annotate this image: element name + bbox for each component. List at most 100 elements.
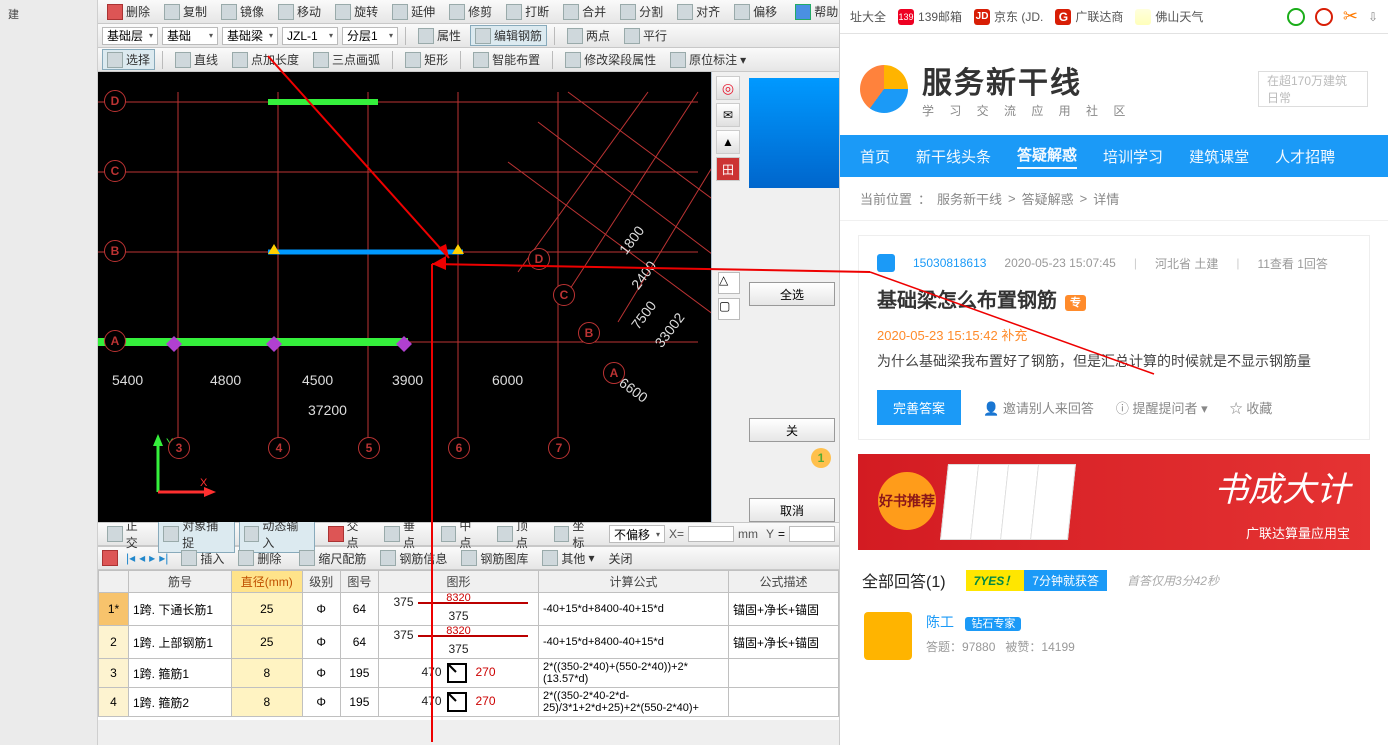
th-shapeno[interactable]: 图号	[340, 571, 378, 593]
remind-btn[interactable]: ⓘ 提醒提问者 ▾	[1116, 398, 1208, 417]
bc-home[interactable]: 服务新干线	[937, 189, 1002, 208]
box-icon[interactable]: ▢	[718, 298, 740, 320]
cell-diam[interactable]: 8	[232, 688, 303, 717]
help-btn[interactable]: 帮助	[790, 1, 839, 22]
insert-btn[interactable]: 插入	[176, 548, 229, 569]
nav-course[interactable]: 建筑课堂	[1189, 146, 1249, 167]
cell-name[interactable]: 1跨. 上部钢筋1	[129, 626, 232, 659]
select-all-btn[interactable]: 全选	[749, 282, 835, 306]
layer-dropdown[interactable]: 分层1▾	[342, 27, 398, 45]
cell-shapeno[interactable]: 64	[340, 626, 378, 659]
cell-name[interactable]: 1跨. 下通长筋1	[129, 593, 232, 626]
cell-diam[interactable]: 25	[232, 593, 303, 626]
table-row[interactable]: 3 1跨. 箍筋1 8 Φ 195 470270 2*((350-2*40)+(…	[99, 659, 839, 688]
nav-job[interactable]: 人才招聘	[1275, 146, 1335, 167]
mirror-btn[interactable]: 镜像	[216, 1, 269, 22]
mail-icon[interactable]: ✉	[716, 103, 740, 127]
arc-len-btn[interactable]: 点加长度	[227, 49, 304, 70]
tool-icon[interactable]: 田	[716, 157, 740, 181]
parallel-btn[interactable]: 平行	[619, 25, 672, 46]
bm-daquan[interactable]: 址大全	[850, 8, 886, 25]
table-row[interactable]: 2 1跨. 上部钢筋1 25 Φ 64 3753758320 -40+15*d+…	[99, 626, 839, 659]
cancel-btn[interactable]: 取消	[749, 498, 835, 522]
cell-desc[interactable]	[729, 659, 839, 688]
copy-btn[interactable]: 复制	[159, 1, 212, 22]
beam-dropdown[interactable]: 基础梁▾	[222, 27, 278, 45]
cell-desc[interactable]	[729, 688, 839, 717]
record-icon[interactable]	[1315, 8, 1333, 26]
extend-btn[interactable]: 延伸	[387, 1, 440, 22]
cell-shape[interactable]: 470270	[379, 688, 539, 717]
cell-desc[interactable]: 锚固+净长+锚固	[729, 626, 839, 659]
bm-weather[interactable]: 佛山天气	[1135, 8, 1203, 25]
info-btn[interactable]: 钢筋信息	[375, 548, 452, 569]
offset-dropdown[interactable]: 不偏移▾	[609, 525, 665, 543]
nav-qa[interactable]: 答疑解惑	[1017, 144, 1077, 169]
beamid-dropdown[interactable]: JZL-1▾	[282, 27, 338, 45]
avatar[interactable]	[864, 612, 912, 660]
nav-home[interactable]: 首页	[860, 146, 890, 167]
line-btn[interactable]: 直线	[170, 49, 223, 70]
scissors-icon[interactable]: ✂	[1343, 6, 1358, 27]
invite-btn[interactable]: 👤 邀请别人来回答	[983, 398, 1094, 417]
table-row[interactable]: 4 1跨. 箍筋2 8 Φ 195 470270 2*((350-2*40-2*…	[99, 688, 839, 717]
y-input[interactable]	[789, 526, 835, 542]
favorite-btn[interactable]: ☆ 收藏	[1230, 398, 1273, 417]
cell-shape[interactable]: 3753758320	[379, 593, 539, 626]
origin-btn[interactable]: 原位标注▾	[665, 49, 751, 70]
lib-btn[interactable]: 钢筋图库	[456, 548, 533, 569]
cell-shapeno[interactable]: 195	[340, 688, 378, 717]
split-btn[interactable]: 分割	[615, 1, 668, 22]
cell-grade[interactable]: Φ	[302, 688, 340, 717]
cell-shapeno[interactable]: 64	[340, 593, 378, 626]
th-desc[interactable]: 公式描述	[729, 571, 839, 593]
nav-last[interactable]: ▸|	[159, 551, 168, 565]
cell-shapeno[interactable]: 195	[340, 659, 378, 688]
nav-next[interactable]: ▸	[149, 551, 155, 565]
rect-btn[interactable]: 矩形	[400, 49, 453, 70]
type-dropdown[interactable]: 基础▾	[162, 27, 218, 45]
th-diam[interactable]: 直径(mm)	[232, 571, 303, 593]
sidebar-item[interactable]: 建	[4, 4, 93, 24]
delete-btn[interactable]: 删除	[102, 1, 155, 22]
cell-grade[interactable]: Φ	[302, 626, 340, 659]
th-name[interactable]: 筋号	[129, 571, 232, 593]
cell-name[interactable]: 1跨. 箍筋2	[129, 688, 232, 717]
x-input[interactable]	[688, 526, 734, 542]
up-icon[interactable]: ▲	[716, 130, 740, 154]
th-shape[interactable]: 图形	[379, 571, 539, 593]
align-btn[interactable]: 对齐	[672, 1, 725, 22]
cell-diam[interactable]: 8	[232, 659, 303, 688]
floor-dropdown[interactable]: 基础层▾	[102, 27, 158, 45]
arc3-btn[interactable]: 三点画弧	[308, 49, 385, 70]
bm-gld[interactable]: G广联达商	[1055, 8, 1123, 25]
delete-row-btn[interactable]: 删除	[233, 548, 286, 569]
weibo-icon[interactable]: ◎	[716, 76, 740, 100]
props-btn[interactable]: 属性	[413, 25, 466, 46]
ad-banner[interactable]: 好书推荐 书成大计 广联达算量应用宝	[858, 454, 1370, 550]
cell-formula[interactable]: 2*((350-2*40-2*d-25)/3*1+2*d+25)+2*(550-…	[539, 688, 729, 717]
trim-btn[interactable]: 修剪	[444, 1, 497, 22]
perfect-answer-btn[interactable]: 完善答案	[877, 390, 961, 425]
download-icon[interactable]: ⇩	[1368, 10, 1378, 24]
bc-qa[interactable]: 答疑解惑	[1022, 189, 1074, 208]
nav-prev[interactable]: ◂	[139, 551, 145, 565]
arrow-up-icon[interactable]: △	[718, 272, 740, 294]
two-point-btn[interactable]: 两点	[562, 25, 615, 46]
drawing-viewport[interactable]: Y X D C B A 3 4 5 6 7 D C B A 4 3 2 1 54…	[98, 72, 839, 522]
close-table-btn[interactable]: 关闭	[603, 548, 637, 569]
move-btn[interactable]: 移动	[273, 1, 326, 22]
nav-news[interactable]: 新干线头条	[916, 146, 991, 167]
th-grade[interactable]: 级别	[302, 571, 340, 593]
select-btn[interactable]: 选择	[102, 49, 155, 70]
cell-name[interactable]: 1跨. 箍筋1	[129, 659, 232, 688]
cell-desc[interactable]: 锚固+净长+锚固	[729, 593, 839, 626]
close-btn[interactable]: 关	[749, 418, 835, 442]
wechat-icon[interactable]	[1287, 8, 1305, 26]
cell-formula[interactable]: -40+15*d+8400-40+15*d	[539, 593, 729, 626]
scale-btn[interactable]: 缩尺配筋	[294, 548, 371, 569]
answerer-name[interactable]: 陈工	[926, 614, 954, 630]
cell-grade[interactable]: Φ	[302, 659, 340, 688]
nav-train[interactable]: 培训学习	[1103, 146, 1163, 167]
nav-first[interactable]: |◂	[126, 551, 135, 565]
